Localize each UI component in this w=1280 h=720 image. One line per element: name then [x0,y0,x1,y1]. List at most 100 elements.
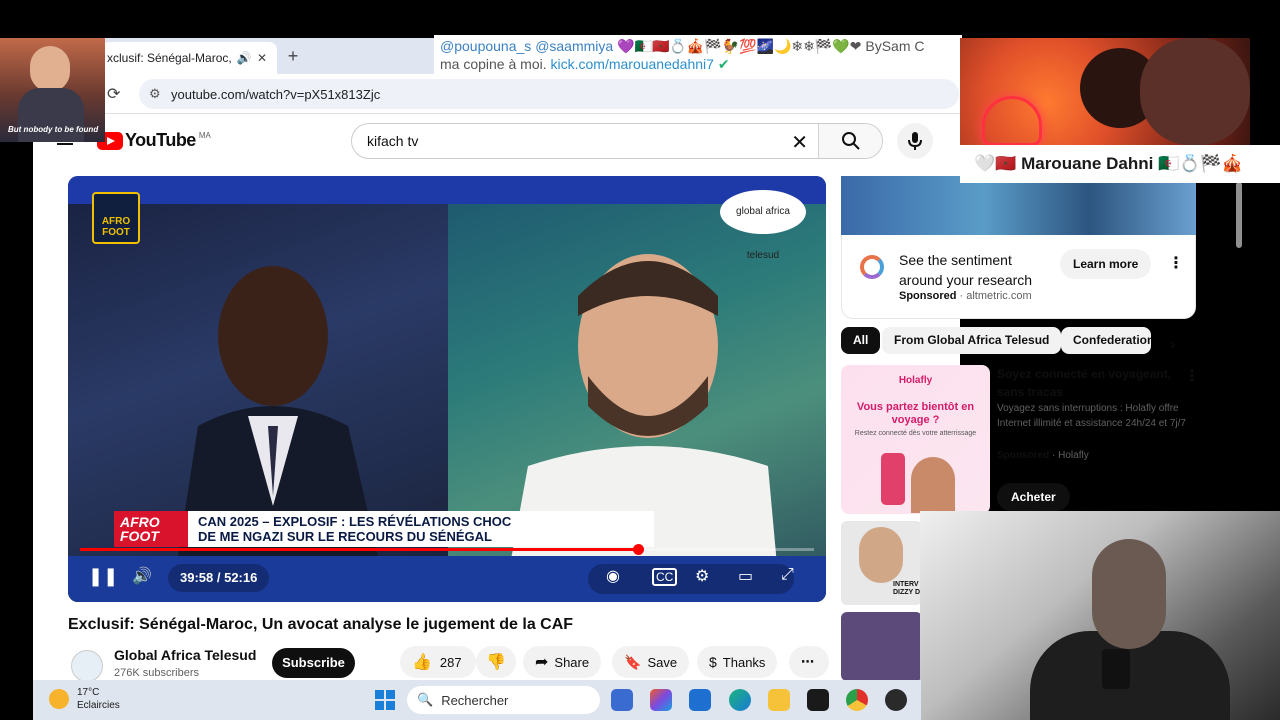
chat-user-2: @saammiya [535,38,614,54]
menu-icon[interactable] [57,143,73,145]
video-thumbnail-2[interactable] [841,612,922,681]
search-input[interactable]: kifach tv ✕ [352,124,818,158]
holafly-ad-image[interactable]: Holafly Vous partez bientôt en voyage ? … [841,365,990,514]
ad-banner-image[interactable] [841,176,1196,235]
thumbs-down-icon: 👎 [486,654,506,671]
progress-knob[interactable] [632,544,644,555]
url-field[interactable]: ⚙ youtube.com/watch?v=pX51x813Zjc [139,79,959,109]
subscribe-button[interactable]: Subscribe [272,648,355,678]
video-player[interactable]: AFRO FOOT global africa telesud AFRO FOO… [68,176,826,602]
fullscreen-icon[interactable]: ⤢ [781,566,794,584]
progress-bar[interactable] [80,544,814,555]
close-tab-icon[interactable]: ✕ [253,51,271,65]
new-tab-button[interactable]: + [283,46,303,66]
clear-search-icon[interactable]: ✕ [791,130,808,155]
chrome-app-icon[interactable] [846,689,868,711]
video-title: Exclusif: Sénégal-Maroc, Un avocat analy… [68,616,574,633]
chat-suffix: BySam C [865,38,925,54]
webcam-caption: But nobody to be found [8,125,99,134]
search-icon [841,132,860,150]
chip-all[interactable]: All [841,327,881,354]
share-label: Share [554,654,590,670]
weather-sun-icon [49,689,69,709]
outlook-app-icon[interactable] [689,689,711,711]
thanks-dollar-icon: $ [709,654,717,670]
video-top-strip [68,176,826,204]
reload-icon[interactable]: ⟳ [107,84,120,104]
ad-text: See the sentiment around your research [899,252,1033,288]
browser-tab[interactable]: xclusif: Sénégal-Maroc, Un 🔊 ✕ [101,42,277,74]
dislike-button[interactable]: 👎 [476,646,516,678]
edge-app-icon[interactable] [729,689,751,711]
settings-gear-icon[interactable]: ⚙ [695,566,709,586]
taskbar-search-placeholder: Rechercher [441,692,509,708]
scrollbar-thumb[interactable] [1236,182,1242,248]
copilot-app-icon[interactable] [650,689,672,711]
ad-card[interactable]: See the sentiment around your research S… [841,235,1196,319]
channel-name[interactable]: Global Africa Telesud [114,647,256,663]
video-thumbnail[interactable]: INTERV DIZZY D [841,521,922,605]
miniplayer-icon[interactable]: ▭ [738,566,753,586]
ad-menu-icon[interactable]: ⋮ [1168,253,1184,273]
ad-domain: altmetric.com [966,290,1032,302]
like-button[interactable]: 👍 287 [400,646,476,678]
share-button[interactable]: ➦ Share [523,646,602,678]
search-button[interactable] [818,124,882,158]
chip-confederation[interactable]: Confederation [1061,327,1151,354]
webcam-overlay-top-left: But nobody to be found [0,38,105,142]
subscriber-count: 276K subscribers [114,667,199,679]
streamer-emojis-right: 🇩🇿💍🏁🎪 [1158,154,1243,173]
youtube-logo[interactable]: YouTube MA [97,130,211,151]
streamer-name-overlay: 🤍🇲🇦 Marouane Dahni 🇩🇿💍🏁🎪 [960,145,1280,183]
learn-more-button[interactable]: Learn more [1060,249,1152,279]
ad-sponsored-line: Sponsored · altmetric.com [899,290,1032,302]
obs-app-icon[interactable] [885,689,907,711]
speaker-icon[interactable]: 🔊 [235,51,253,65]
more-actions-button[interactable]: ⋯ [789,646,829,678]
search-value: kifach tv [367,133,419,149]
afrofoot-logo: AFRO FOOT [92,192,140,244]
chevron-right-icon[interactable]: › [1170,336,1175,354]
thumbnail-label: INTERV DIZZY D [893,581,921,596]
weather-temp: 17°C [77,687,100,698]
captions-icon[interactable]: CC [652,568,678,586]
chat-user-1: @poupouna_s [440,38,532,54]
thumbnail-face [859,527,903,583]
chat-line-2: ma copine à moi. kick.com/marouanedahni7… [440,55,956,73]
streamer-name: Marouane Dahni [1021,154,1154,173]
phone-in-hand [1102,649,1130,689]
thanks-button[interactable]: $ Thanks [697,646,778,678]
holafly-ad-title[interactable]: Soyez connecté en voyageant, sans tracas [997,365,1187,401]
terminal-app-icon[interactable] [611,689,633,711]
ad-sponsored-label: Sponsored [899,290,957,302]
taskbar-search[interactable]: 🔍 Rechercher [407,686,600,714]
youtube-wordmark: YouTube [125,130,196,150]
holafly-brand: Holafly [898,375,933,386]
windows-start-icon[interactable] [375,690,395,710]
chat-overlay: @poupouna_s @saammiya 💜🇩🇿🇲🇦💍🎪🏁🐓💯🌌🌙❄❄🏁💚❤ … [434,35,962,75]
audio-app-icon[interactable] [807,689,829,711]
save-button[interactable]: 🔖 Save [612,646,690,678]
altmetric-logo-icon [860,255,884,279]
holafly-sub: Restez connecté dès votre atterrissage [854,430,977,437]
holafly-headline: Vous partez bientôt en voyage ? [856,401,975,426]
channel-avatar[interactable] [71,650,103,682]
weather-widget[interactable]: 17°C Eclaircies [49,686,120,712]
voice-search-button[interactable] [897,123,933,159]
pause-icon[interactable]: ❚❚ [88,566,118,587]
url-text: youtube.com/watch?v=pX51x813Zjc [171,86,381,102]
volume-icon[interactable]: 🔊 [132,566,152,586]
file-explorer-icon[interactable] [768,689,790,711]
holafly-menu-icon[interactable]: ⋮ [1184,366,1200,386]
autoplay-toggle-icon[interactable]: ◉ [606,566,620,586]
site-info-icon[interactable]: ⚙ [149,86,171,102]
more-horizontal-icon: ⋯ [801,654,814,669]
acheter-button[interactable]: Acheter [997,483,1070,511]
tab-title: xclusif: Sénégal-Maroc, Un [107,51,235,65]
holafly-sponsored-line: Sponsored · Holafly [997,450,1089,461]
weather-text: 17°C Eclaircies [77,686,120,712]
lower-third-text: CAN 2025 – EXPLOSIF : LES RÉVÉLATIONS CH… [198,514,638,544]
player-controls: ❚❚ 🔊 39:58 / 52:16 ◉ CC ⚙ ▭ ⤢ [68,556,826,602]
country-code: MA [198,131,211,140]
chip-from-channel[interactable]: From Global Africa Telesud [882,327,1062,354]
